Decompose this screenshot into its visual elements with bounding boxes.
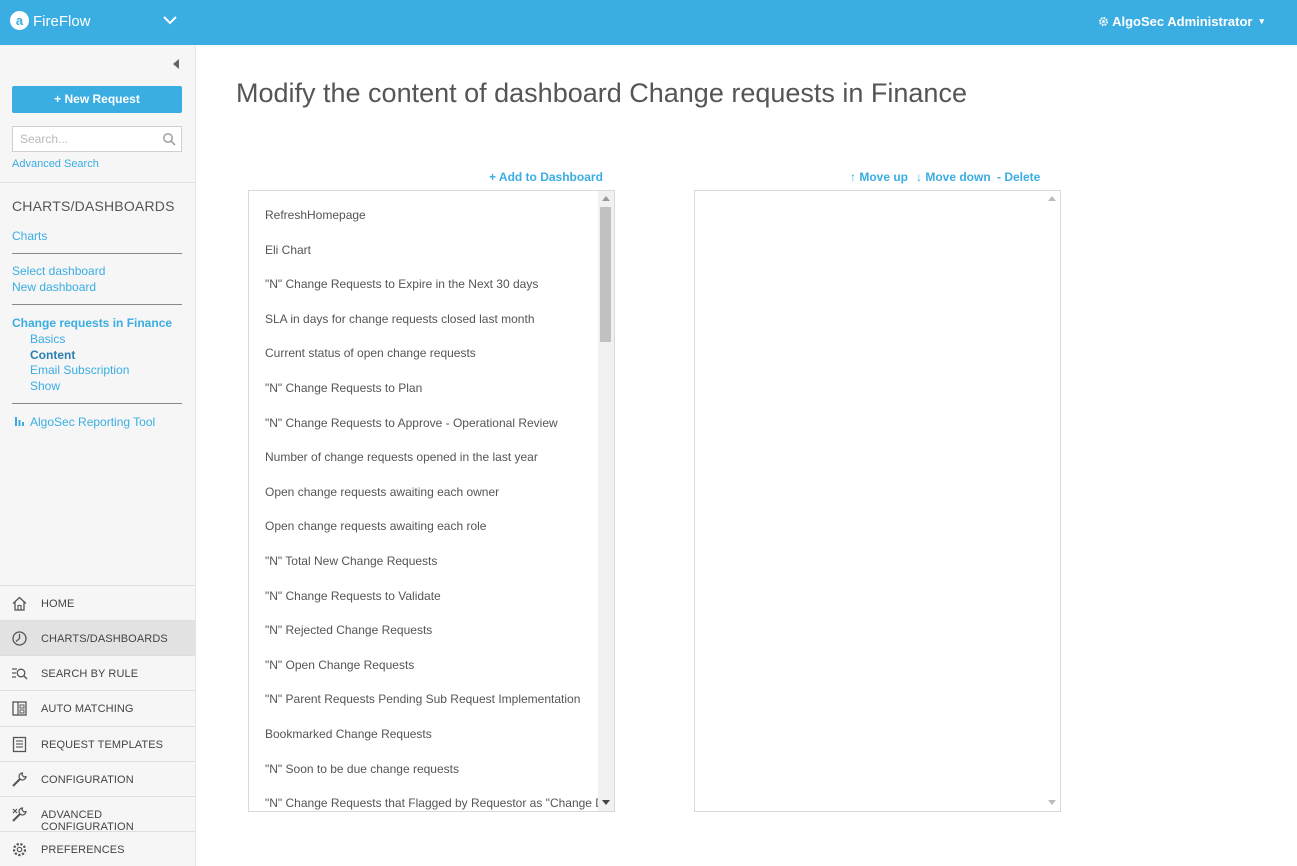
section-title: CHARTS/DASHBOARDS <box>12 198 175 214</box>
sidebar: + New Request Advanced Search CHARTS/DAS… <box>0 45 196 866</box>
show-link[interactable]: Show <box>30 379 60 393</box>
scroll-up-icon[interactable] <box>1048 196 1056 201</box>
nav-label: SEARCH BY RULE <box>41 668 139 680</box>
nav-advanced-configuration[interactable]: ADVANCED CONFIGURATION <box>0 796 195 833</box>
templates-icon <box>12 736 27 753</box>
list-item[interactable]: Number of change requests opened in the … <box>265 450 538 464</box>
wrench-icon <box>12 772 27 787</box>
nav-label: REQUEST TEMPLATES <box>41 739 164 751</box>
divider <box>12 304 182 305</box>
list-item[interactable]: "N" Parent Requests Pending Sub Request … <box>265 692 580 706</box>
list-item[interactable]: "N" Total New Change Requests <box>265 554 437 568</box>
content-link[interactable]: Content <box>30 348 75 362</box>
app-name[interactable]: FireFlow <box>33 13 91 30</box>
search-rule-icon <box>12 668 28 680</box>
nav-label: HOME <box>41 598 75 610</box>
new-dashboard-link[interactable]: New dashboard <box>12 280 96 294</box>
bar-chart-icon <box>15 417 24 426</box>
page-title: Modify the content of dashboard Change r… <box>236 78 967 108</box>
move-down-button[interactable]: ↓ Move down <box>916 170 991 184</box>
email-subscription-link[interactable]: Email Subscription <box>30 363 129 377</box>
nav-label: PREFERENCES <box>41 844 125 856</box>
list-item[interactable]: "N" Change Requests to Validate <box>265 589 441 603</box>
add-to-dashboard-button[interactable]: + Add to Dashboard <box>489 170 603 184</box>
list-item[interactable]: RefreshHomepage <box>265 208 366 222</box>
list-item[interactable]: "N" Change Requests that Flagged by Requ… <box>265 796 614 810</box>
nav-label: ADVANCED CONFIGURATION <box>41 809 134 833</box>
search-icon[interactable] <box>162 132 176 146</box>
dashboard-charts-list[interactable] <box>694 190 1061 812</box>
preferences-gear-icon <box>12 842 27 857</box>
list-item[interactable]: "N" Change Requests to Plan <box>265 381 422 395</box>
algosec-logo-icon[interactable]: a <box>10 11 29 30</box>
select-dashboard-link[interactable]: Select dashboard <box>12 264 105 278</box>
list-item[interactable]: Open change requests awaiting each owner <box>265 485 499 499</box>
search-input[interactable] <box>13 127 158 151</box>
list-item[interactable]: "N" Rejected Change Requests <box>265 623 432 637</box>
new-request-button[interactable]: + New Request <box>12 86 182 113</box>
reporting-tool-link[interactable]: AlgoSec Reporting Tool <box>30 415 155 429</box>
charts-link[interactable]: Charts <box>12 229 47 243</box>
available-charts-list[interactable]: RefreshHomepage Eli Chart "N" Change Reque… <box>248 190 615 812</box>
list-item[interactable]: "N" Open Change Requests <box>265 658 414 672</box>
list-item[interactable]: Bookmarked Change Requests <box>265 727 432 741</box>
user-name: AlgoSec Administrator <box>1112 14 1253 29</box>
auto-matching-icon <box>12 701 27 716</box>
nav-preferences[interactable]: PREFERENCES <box>0 831 195 866</box>
search-box <box>12 126 182 152</box>
nav-charts-dashboards[interactable]: CHARTS/DASHBOARDS <box>0 620 195 655</box>
nav-label: CONFIGURATION <box>41 774 134 786</box>
scroll-down-icon[interactable] <box>1048 800 1056 805</box>
dashboard-icon <box>12 631 27 646</box>
list-item[interactable]: Current status of open change requests <box>265 346 476 360</box>
top-bar: a FireFlow AlgoSec Administrator ▾ <box>0 0 1297 45</box>
divider <box>12 403 182 404</box>
list-item[interactable]: SLA in days for change requests closed l… <box>265 312 535 326</box>
nav-label: CHARTS/DASHBOARDS <box>41 633 168 645</box>
list-item[interactable]: Eli Chart <box>265 243 311 257</box>
scroll-up-icon[interactable] <box>602 196 610 201</box>
collapse-sidebar-icon[interactable] <box>173 59 179 69</box>
nav-label: AUTO MATCHING <box>41 703 134 715</box>
scrollbar[interactable] <box>598 191 614 811</box>
nav-request-templates[interactable]: REQUEST TEMPLATES <box>0 726 195 761</box>
user-menu[interactable]: AlgoSec Administrator ▾ <box>1098 14 1264 29</box>
advanced-config-icon <box>12 807 27 822</box>
nav-home[interactable]: HOME <box>0 585 195 620</box>
scroll-down-icon[interactable] <box>602 800 610 805</box>
basics-link[interactable]: Basics <box>30 332 65 346</box>
nav-auto-matching[interactable]: AUTO MATCHING <box>0 690 195 725</box>
nav-search-by-rule[interactable]: SEARCH BY RULE <box>0 655 195 690</box>
delete-button[interactable]: - Delete <box>997 170 1040 184</box>
advanced-search-link[interactable]: Advanced Search <box>12 158 99 170</box>
scrollbar[interactable] <box>1044 191 1060 811</box>
nav-configuration[interactable]: CONFIGURATION <box>0 761 195 796</box>
move-up-button[interactable]: ↑ Move up <box>850 170 908 184</box>
current-dashboard-link[interactable]: Change requests in Finance <box>12 316 172 330</box>
list-item[interactable]: "N" Change Requests to Expire in the Nex… <box>265 277 538 291</box>
divider <box>0 182 195 183</box>
chevron-down-icon[interactable] <box>162 12 178 28</box>
divider <box>12 253 182 254</box>
scroll-thumb[interactable] <box>600 207 611 342</box>
list-item[interactable]: "N" Change Requests to Approve - Operati… <box>265 416 558 430</box>
home-icon <box>12 596 27 611</box>
gear-icon <box>1099 17 1109 26</box>
list-item[interactable]: Open change requests awaiting each role <box>265 519 486 533</box>
caret-down-icon: ▾ <box>1259 16 1264 26</box>
list-item[interactable]: "N" Soon to be due change requests <box>265 762 459 776</box>
